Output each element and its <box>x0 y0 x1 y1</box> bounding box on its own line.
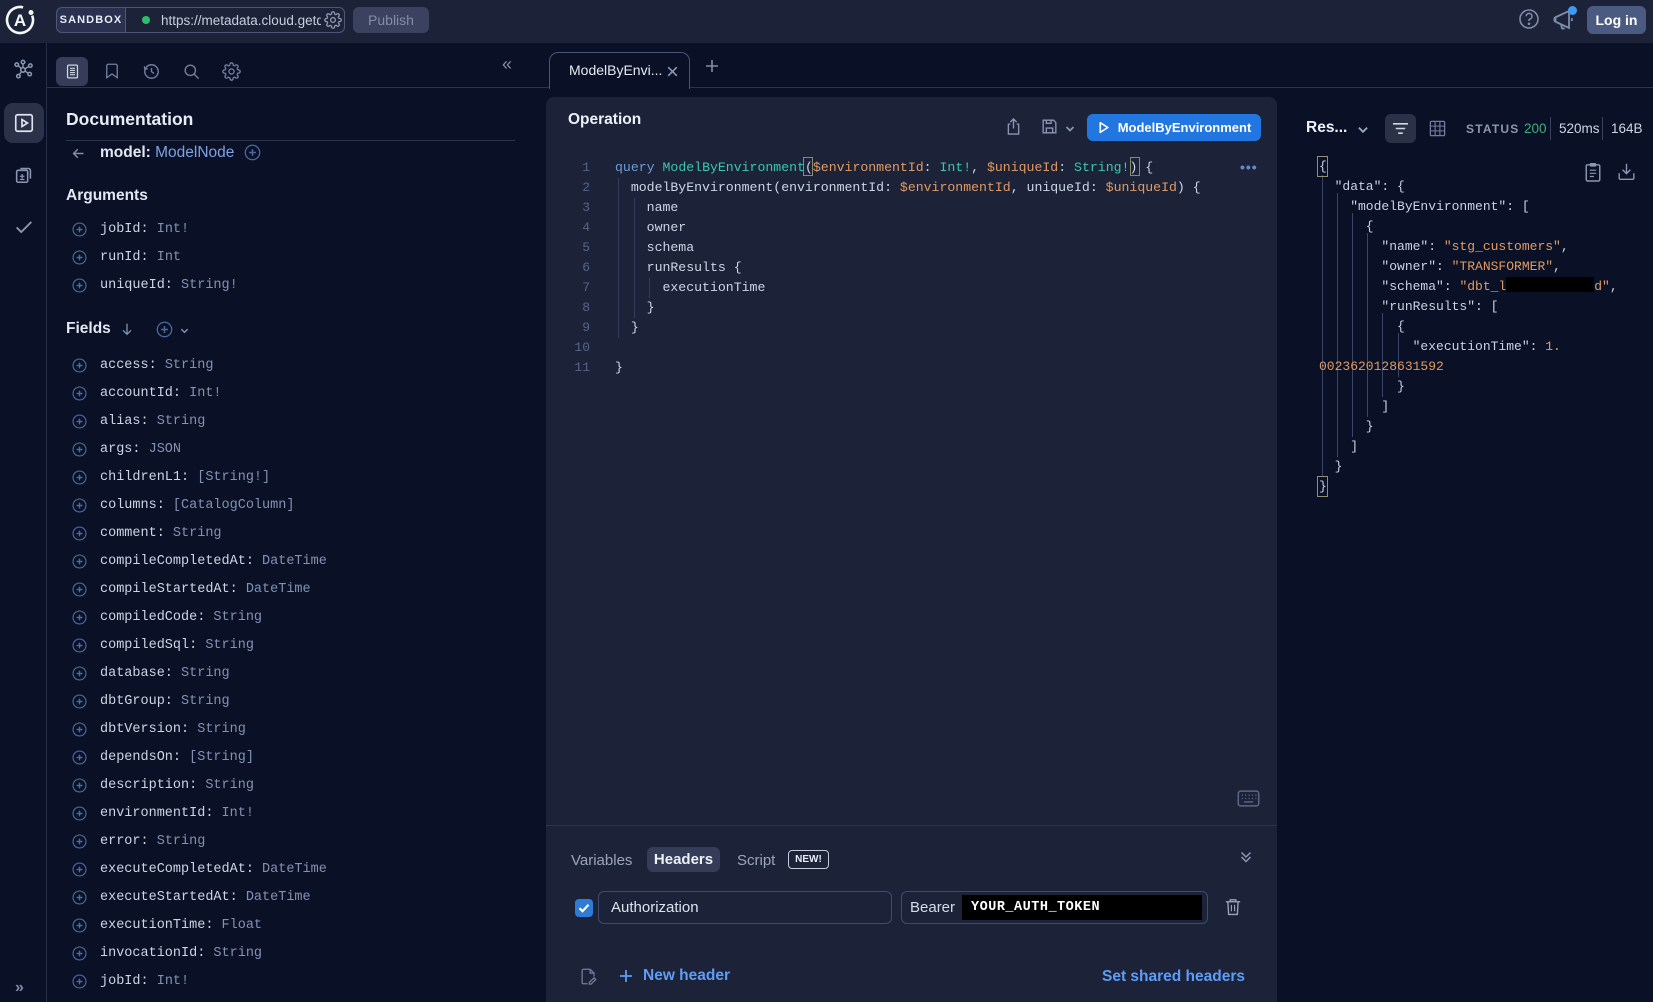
svg-text:A: A <box>14 11 26 30</box>
